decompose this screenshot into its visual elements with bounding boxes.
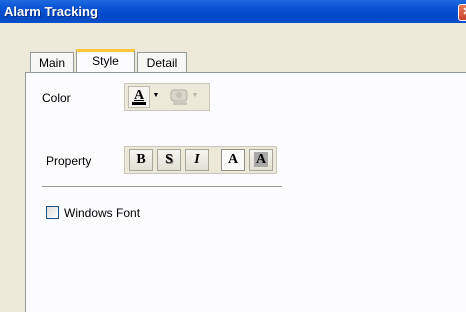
tab-main[interactable]: Main — [30, 52, 74, 72]
property-label: Property — [46, 154, 92, 168]
outline-font-icon: A — [253, 152, 269, 167]
shadow-icon: S — [165, 152, 173, 167]
italic-icon: I — [194, 152, 200, 167]
title-bar: Alarm Tracking ✕ — [0, 0, 466, 23]
windows-font-checkbox[interactable] — [46, 206, 59, 219]
background-color-button[interactable] — [169, 87, 191, 107]
close-icon: ✕ — [462, 6, 466, 18]
property-toolbar: B S I A A — [124, 146, 277, 174]
bold-icon: B — [136, 152, 146, 167]
normal-font-icon: A — [227, 152, 239, 167]
close-button[interactable]: ✕ — [458, 4, 466, 21]
outline-font-button[interactable]: A — [249, 149, 273, 171]
italic-button[interactable]: I — [185, 149, 209, 171]
foreground-color-dropdown[interactable]: ▼ — [152, 86, 160, 106]
normal-font-button[interactable]: A — [221, 149, 245, 171]
windows-font-label: Windows Font — [64, 206, 141, 220]
color-label: Color — [42, 91, 71, 105]
window-title: Alarm Tracking — [4, 4, 98, 19]
tab-main-label: Main — [38, 56, 65, 70]
tab-detail-label: Detail — [146, 56, 178, 70]
font-color-swatch — [132, 102, 146, 105]
foreground-color-button[interactable]: A — [128, 86, 150, 108]
dropdown-arrow-icon-disabled: ▼ — [191, 92, 199, 99]
tab-style[interactable]: Style — [76, 49, 135, 72]
bold-button[interactable]: B — [129, 149, 153, 171]
background-color-dropdown[interactable]: ▼ — [191, 86, 199, 106]
color-toolbar: A ▼ ▼ — [124, 83, 210, 111]
dropdown-arrow-icon: ▼ — [152, 92, 160, 99]
tab-style-label: Style — [92, 54, 119, 68]
paint-bucket-icon — [170, 89, 188, 105]
section-divider — [42, 186, 282, 188]
tab-detail[interactable]: Detail — [137, 52, 187, 72]
tab-panel-style — [25, 72, 466, 312]
shadow-button[interactable]: S — [157, 149, 181, 171]
